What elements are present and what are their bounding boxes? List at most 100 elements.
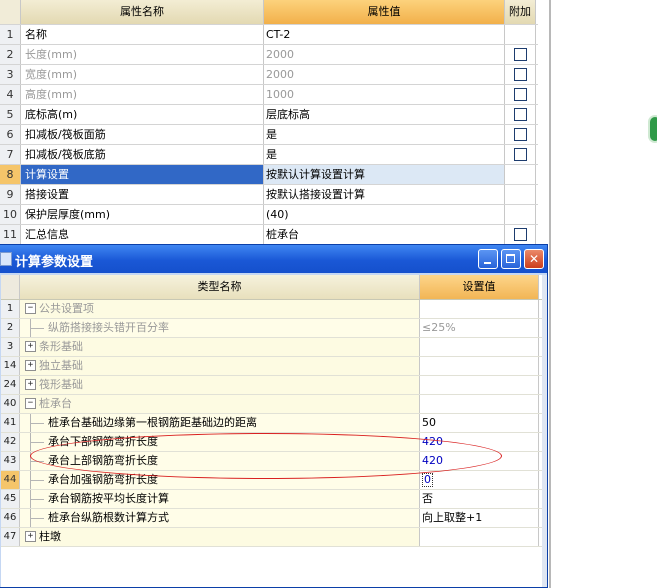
property-row[interactable]: 4 高度(mm) 1000 bbox=[0, 85, 538, 105]
header-attach[interactable]: 附加 bbox=[505, 0, 536, 24]
property-name[interactable]: 长度(mm) bbox=[21, 45, 264, 64]
group-row[interactable]: 40− 桩承台 bbox=[1, 395, 542, 414]
setting-row[interactable]: 44 承台加强钢筋弯折长度 0 bbox=[1, 471, 542, 490]
setting-row[interactable]: 41 桩承台基础边缘第一根钢筋距基础边的距离 50 bbox=[1, 414, 542, 433]
property-name[interactable]: 计算设置 bbox=[21, 165, 264, 184]
property-row[interactable]: 2 长度(mm) 2000 bbox=[0, 45, 538, 65]
setting-value[interactable]: 420 bbox=[420, 452, 539, 470]
setting-value[interactable]: 50 bbox=[420, 414, 539, 432]
property-row[interactable]: 8 计算设置 按默认计算设置计算 bbox=[0, 165, 538, 185]
vertical-scrollbar[interactable] bbox=[542, 275, 547, 587]
attach-checkbox[interactable] bbox=[513, 108, 527, 121]
property-name[interactable]: 扣减板/筏板面筋 bbox=[21, 125, 264, 144]
setting-value[interactable]: ≤25% bbox=[420, 319, 539, 337]
setting-name[interactable]: − 桩承台 bbox=[20, 395, 420, 413]
property-row[interactable]: 11 汇总信息 桩承台 bbox=[0, 225, 538, 245]
group-row[interactable]: 47 + 柱墩 bbox=[1, 528, 542, 547]
property-row[interactable]: 6 扣减板/筏板面筋是 bbox=[0, 125, 538, 145]
setting-value[interactable] bbox=[420, 357, 539, 375]
expand-icon[interactable]: + bbox=[25, 530, 36, 542]
property-value[interactable]: 按默认搭接设置计算 bbox=[264, 185, 505, 204]
expand-icon[interactable]: + bbox=[25, 359, 36, 371]
header-property-name[interactable]: 属性名称 bbox=[21, 0, 264, 24]
property-name[interactable]: 搭接设置 bbox=[21, 185, 264, 204]
side-panel-toggle[interactable] bbox=[648, 115, 657, 143]
property-name[interactable]: 宽度(mm) bbox=[21, 65, 264, 84]
attach-checkbox[interactable] bbox=[513, 228, 527, 241]
property-value[interactable]: 2000 bbox=[264, 65, 505, 84]
setting-row[interactable]: 46 桩承台纵筋根数计算方式 向上取整+1 bbox=[1, 509, 542, 528]
setting-value[interactable]: 向上取整+1 bbox=[420, 509, 539, 527]
close-button[interactable]: ✕ bbox=[524, 249, 544, 269]
setting-value[interactable]: 0 bbox=[420, 471, 539, 489]
header-setting-value[interactable]: 设置值 bbox=[420, 275, 539, 299]
attach-checkbox[interactable] bbox=[513, 68, 527, 81]
maximize-button[interactable] bbox=[501, 249, 521, 269]
group-row[interactable]: 24 + 筏形基础 bbox=[1, 376, 542, 395]
dialog-titlebar[interactable]: 计算参数设置 ✕ bbox=[0, 245, 547, 273]
setting-name[interactable]: + 独立基础 bbox=[20, 357, 420, 375]
property-name[interactable]: 扣减板/筏板底筋 bbox=[21, 145, 264, 164]
setting-name[interactable]: 承台下部钢筋弯折长度 bbox=[20, 433, 420, 451]
value-edit-field[interactable]: 0 bbox=[422, 473, 433, 487]
property-row[interactable]: 5 底标高(m) 层底标高 bbox=[0, 105, 538, 125]
expand-icon[interactable]: + bbox=[25, 340, 36, 352]
setting-value[interactable]: 420 bbox=[420, 433, 539, 451]
setting-value[interactable] bbox=[420, 395, 539, 413]
setting-row[interactable]: 45 承台钢筋按平均长度计算 否 bbox=[1, 490, 542, 509]
setting-row[interactable]: 42 承台下部钢筋弯折长度 420 bbox=[1, 433, 542, 452]
setting-name[interactable]: + 柱墩 bbox=[20, 528, 420, 546]
attach-checkbox[interactable] bbox=[513, 128, 527, 141]
property-value[interactable]: 按默认计算设置计算 bbox=[264, 165, 505, 184]
collapse-icon[interactable]: − bbox=[25, 302, 36, 314]
tree-connector bbox=[30, 461, 44, 462]
setting-name[interactable]: 纵筋搭接接头错开百分率 bbox=[20, 319, 420, 337]
setting-value[interactable] bbox=[420, 338, 539, 356]
setting-row[interactable]: 43 承台上部钢筋弯折长度 420 bbox=[1, 452, 542, 471]
expand-icon[interactable]: + bbox=[25, 378, 36, 390]
attach-cell bbox=[505, 205, 536, 224]
setting-name[interactable]: 承台钢筋按平均长度计算 bbox=[20, 490, 420, 508]
setting-value[interactable]: 否 bbox=[420, 490, 539, 508]
property-value[interactable]: 2000 bbox=[264, 45, 505, 64]
setting-name[interactable]: + 条形基础 bbox=[20, 338, 420, 356]
property-row[interactable]: 3 宽度(mm) 2000 bbox=[0, 65, 538, 85]
property-value[interactable]: 是 bbox=[264, 145, 505, 164]
attach-checkbox[interactable] bbox=[513, 88, 527, 101]
property-value[interactable]: 层底标高 bbox=[264, 105, 505, 124]
property-name[interactable]: 名称 bbox=[21, 25, 264, 44]
setting-row[interactable]: 2 纵筋搭接接头错开百分率 ≤25% bbox=[1, 319, 542, 338]
property-value[interactable]: (40) bbox=[264, 205, 505, 224]
property-value[interactable]: 是 bbox=[264, 125, 505, 144]
setting-name[interactable]: 承台上部钢筋弯折长度 bbox=[20, 452, 420, 470]
setting-name[interactable]: + 筏形基础 bbox=[20, 376, 420, 394]
setting-value[interactable] bbox=[420, 300, 539, 318]
row-number: 41 bbox=[1, 414, 20, 432]
setting-name[interactable]: 桩承台基础边缘第一根钢筋距基础边的距离 bbox=[20, 414, 420, 432]
setting-name[interactable]: − 公共设置项 bbox=[20, 300, 420, 318]
group-row[interactable]: 14 + 独立基础 bbox=[1, 357, 542, 376]
header-type-name[interactable]: 类型名称 bbox=[20, 275, 420, 299]
property-row[interactable]: 1 名称 CT-2 bbox=[0, 25, 538, 45]
group-row[interactable]: 3 + 条形基础 bbox=[1, 338, 542, 357]
header-property-value[interactable]: 属性值 bbox=[264, 0, 505, 24]
property-row[interactable]: 10 保护层厚度(mm) (40) bbox=[0, 205, 538, 225]
attach-checkbox[interactable] bbox=[513, 48, 527, 61]
property-value[interactable]: 桩承台 bbox=[264, 225, 505, 244]
setting-name[interactable]: 桩承台纵筋根数计算方式 bbox=[20, 509, 420, 527]
property-name[interactable]: 高度(mm) bbox=[21, 85, 264, 104]
property-row[interactable]: 9 搭接设置 按默认搭接设置计算 bbox=[0, 185, 538, 205]
property-row[interactable]: 7 扣减板/筏板底筋是 bbox=[0, 145, 538, 165]
property-name[interactable]: 底标高(m) bbox=[21, 105, 264, 124]
attach-checkbox[interactable] bbox=[513, 148, 527, 161]
setting-value[interactable] bbox=[420, 376, 539, 394]
collapse-icon[interactable]: − bbox=[25, 397, 36, 409]
property-name[interactable]: 汇总信息 bbox=[21, 225, 264, 244]
property-name[interactable]: 保护层厚度(mm) bbox=[21, 205, 264, 224]
setting-value[interactable] bbox=[420, 528, 539, 546]
property-value[interactable]: 1000 bbox=[264, 85, 505, 104]
setting-name[interactable]: 承台加强钢筋弯折长度 bbox=[20, 471, 420, 489]
group-row[interactable]: 1− 公共设置项 bbox=[1, 300, 542, 319]
minimize-button[interactable] bbox=[478, 249, 498, 269]
property-value[interactable]: CT-2 bbox=[264, 25, 505, 44]
